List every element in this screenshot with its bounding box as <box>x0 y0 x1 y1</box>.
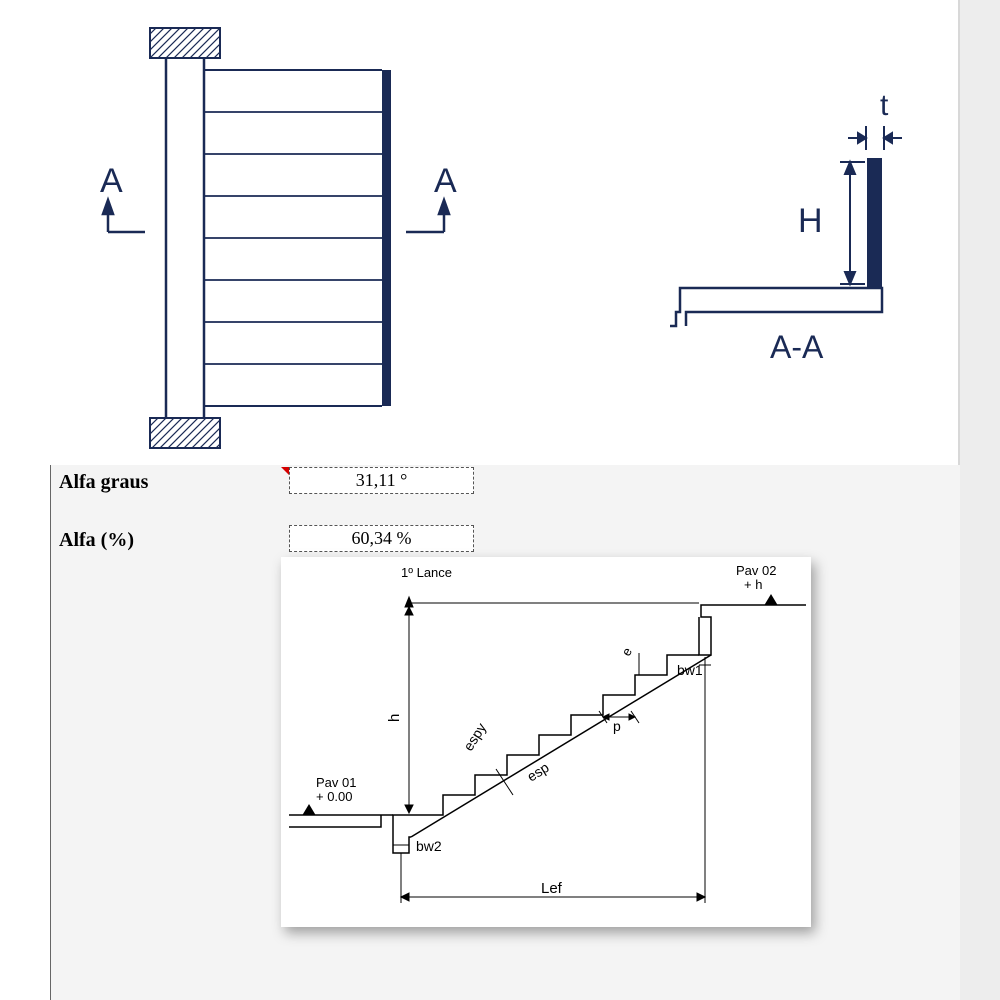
alfa-pct-value[interactable]: 60,34 % <box>289 525 474 552</box>
stair-section-diagram: 1º Lance Pav 02 + h <box>281 557 811 927</box>
section-aa-diagram: t H A-A <box>570 80 950 430</box>
plan-view-diagram: A A <box>0 0 500 465</box>
bottom-white-strip <box>0 465 50 1000</box>
section-label: A-A <box>770 329 824 365</box>
esp-label: esp <box>524 759 552 785</box>
lef-label: Lef <box>541 880 563 897</box>
alfa-graus-label: Alfa graus <box>59 471 148 494</box>
diagram-title: 1º Lance <box>401 565 452 580</box>
alfa-graus-value[interactable]: 31,11 ° <box>289 467 474 494</box>
pav01-elev: + 0.00 <box>316 789 353 804</box>
bottom-panel: Alfa graus 31,11 ° Alfa (%) 60,34 % 1º L… <box>50 465 960 1000</box>
pav02-elev: + h <box>744 577 762 592</box>
e-label: e <box>618 645 635 658</box>
label-H: H <box>798 202 823 240</box>
h-label: h <box>386 714 403 722</box>
espy-label: espy <box>460 720 489 754</box>
top-diagram-panel: A A t H <box>0 0 960 465</box>
side-strip <box>960 0 1000 1000</box>
p-label: p <box>613 718 621 734</box>
bw2-label: bw2 <box>416 838 442 854</box>
pav01-label: Pav 01 <box>316 775 356 790</box>
bw1-label: bw1 <box>677 662 703 678</box>
pav02-label: Pav 02 <box>736 563 776 578</box>
alfa-pct-label: Alfa (%) <box>59 529 134 552</box>
label-A-left: A <box>100 162 123 200</box>
label-t: t <box>880 89 889 122</box>
label-A-right: A <box>434 162 457 200</box>
